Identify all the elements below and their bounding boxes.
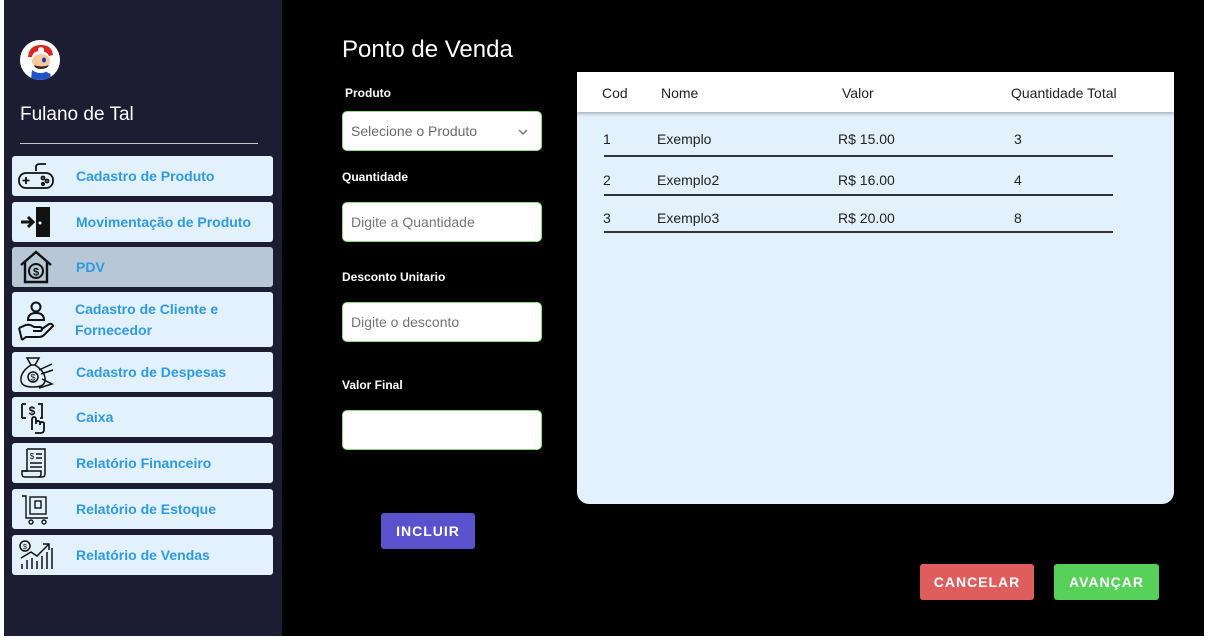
- sidebar-item-cadastro-cliente[interactable]: Cadastro de Cliente e Fornecedor: [12, 292, 273, 347]
- sidebar-item-relatorio-financeiro[interactable]: $ Relatório Financeiro: [12, 443, 273, 483]
- cell-quantidade: 4: [1014, 172, 1022, 188]
- svg-text:$: $: [30, 373, 35, 383]
- svg-text:$: $: [29, 404, 36, 418]
- quantidade-input[interactable]: [351, 214, 533, 230]
- chevron-down-icon: [517, 125, 529, 141]
- sidebar-item-label: PDV: [76, 258, 105, 275]
- table-header: Cod Nome Valor Quantidade Total: [577, 72, 1174, 112]
- quantidade-field: [342, 202, 542, 242]
- sidebar-item-cadastro-produto[interactable]: Cadastro de Produto: [12, 156, 273, 196]
- valor-final-input[interactable]: [351, 422, 533, 438]
- page-title: Ponto de Venda: [342, 36, 513, 63]
- avatar[interactable]: [20, 40, 60, 80]
- desconto-field: [342, 302, 542, 342]
- svg-text:$: $: [30, 452, 35, 461]
- cell-valor: R$ 15.00: [838, 131, 895, 147]
- advance-button[interactable]: AVANÇAR: [1054, 564, 1159, 600]
- app-frame: Fulano de Tal Cadastro de Produto Movime…: [4, 0, 1204, 636]
- svg-text:$: $: [23, 544, 27, 551]
- valor-final-label: Valor Final: [342, 378, 403, 392]
- hand-person-icon: [12, 292, 60, 347]
- cell-valor: R$ 16.00: [838, 172, 895, 188]
- cell-quantidade: 8: [1014, 210, 1022, 226]
- produto-select-value: Selecione o Produto: [351, 123, 478, 139]
- sidebar-item-pdv[interactable]: $ PDV: [12, 247, 273, 287]
- cell-valor: R$ 20.00: [838, 210, 895, 226]
- column-header-valor: Valor: [842, 85, 874, 101]
- cell-cod: 3: [603, 210, 611, 226]
- cash-hand-icon: $: [12, 397, 60, 437]
- cell-cod: 2: [603, 172, 611, 188]
- column-header-cod: Cod: [602, 85, 628, 101]
- sidebar: Fulano de Tal Cadastro de Produto Movime…: [4, 0, 282, 636]
- sidebar-item-relatorio-estoque[interactable]: Relatório de Estoque: [12, 489, 273, 529]
- sidebar-item-label: Relatório Financeiro: [76, 454, 212, 471]
- invoice-icon: $: [12, 443, 60, 483]
- sidebar-item-label: Cadastro de Cliente e Fornecedor: [75, 300, 219, 338]
- row-divider: [604, 155, 1113, 157]
- produto-select[interactable]: Selecione o Produto: [342, 111, 542, 151]
- desconto-input[interactable]: [351, 314, 533, 330]
- produto-label: Produto: [345, 86, 391, 100]
- inventory-cart-icon: [12, 489, 60, 529]
- cancel-button[interactable]: CANCELAR: [920, 564, 1034, 600]
- cell-nome: Exemplo3: [657, 210, 720, 226]
- cell-quantidade: 3: [1014, 131, 1022, 147]
- sidebar-item-label: Caixa: [76, 408, 114, 425]
- sidebar-item-label: Relatório de Vendas: [76, 546, 210, 563]
- sidebar-divider: [20, 143, 258, 144]
- column-header-quantidade: Quantidade Total: [1011, 85, 1117, 101]
- sales-chart-icon: $: [12, 535, 60, 575]
- desconto-label: Desconto Unitario: [342, 270, 446, 284]
- sidebar-item-movimentacao-produto[interactable]: Movimentação de Produto: [12, 202, 273, 242]
- sidebar-item-label: Relatório de Estoque: [76, 500, 217, 517]
- sidebar-item-label: Movimentação de Produto: [76, 213, 252, 230]
- row-divider: [604, 231, 1113, 233]
- items-table: Cod Nome Valor Quantidade Total 1 Exempl…: [577, 72, 1174, 504]
- sidebar-item-relatorio-vendas[interactable]: $ Relatório de Vendas: [12, 535, 273, 575]
- sidebar-item-label: Cadastro de Produto: [76, 167, 215, 184]
- money-house-icon: $: [12, 247, 60, 287]
- row-divider: [604, 194, 1113, 196]
- svg-text:$: $: [33, 267, 39, 279]
- money-bag-icon: $: [12, 352, 60, 392]
- sidebar-item-cadastro-despesas[interactable]: $ Cadastro de Despesas: [12, 352, 273, 392]
- sidebar-item-caixa[interactable]: $ Caixa: [12, 397, 273, 437]
- quantidade-label: Quantidade: [342, 170, 409, 184]
- user-name: Fulano de Tal: [20, 104, 134, 125]
- cell-nome: Exemplo2: [657, 172, 720, 188]
- sidebar-item-label: Cadastro de Despesas: [76, 363, 227, 380]
- cell-cod: 1: [603, 131, 611, 147]
- column-header-nome: Nome: [661, 85, 699, 101]
- enter-door-icon: [12, 202, 60, 242]
- gamepad-icon: [12, 156, 60, 196]
- cell-nome: Exemplo: [657, 131, 712, 147]
- incluir-button[interactable]: INCLUIR: [381, 513, 475, 549]
- valor-final-field: [342, 410, 542, 450]
